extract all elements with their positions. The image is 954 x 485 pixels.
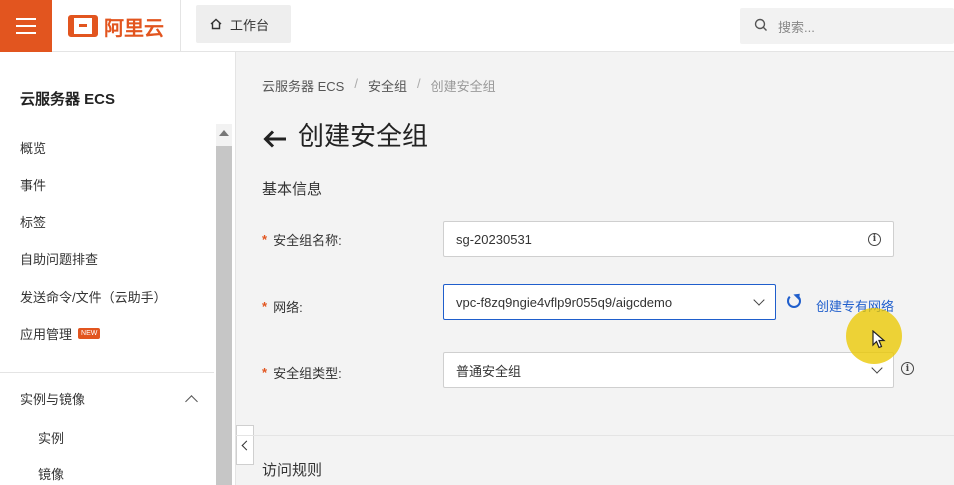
- security-group-type-select[interactable]: 普通安全组: [443, 352, 894, 388]
- workbench-label: 工作台: [230, 17, 270, 33]
- breadcrumb-security-group[interactable]: 安全组: [368, 76, 407, 95]
- section-access-rules: 访问规则: [262, 462, 323, 479]
- sidebar-item-label: 发送命令/文件（云助手）: [20, 290, 167, 305]
- section-divider: [236, 435, 954, 436]
- sidebar-item-tags[interactable]: 标签: [20, 212, 46, 231]
- sidebar-group-instances-images[interactable]: 实例与镜像: [20, 389, 200, 408]
- type-info-icon[interactable]: i: [901, 362, 914, 375]
- back-arrow-icon[interactable]: [262, 125, 288, 148]
- sidebar-item-instances[interactable]: 实例: [38, 428, 64, 447]
- breadcrumb-current: 创建安全组: [430, 79, 496, 94]
- header-divider: [180, 0, 181, 52]
- sidebar-item-images[interactable]: 镜像: [38, 464, 64, 483]
- required-mark: *: [262, 365, 268, 380]
- info-icon[interactable]: i: [868, 232, 881, 246]
- chevron-up-icon: [185, 394, 198, 408]
- breadcrumb-separator: /: [354, 76, 358, 91]
- section-basic-info: 基本信息: [262, 181, 323, 198]
- refresh-icon[interactable]: [787, 294, 801, 308]
- scrollbar-thumb[interactable]: [216, 146, 232, 485]
- breadcrumb: 云服务器 ECS / 安全组 / 创建安全组: [262, 76, 496, 95]
- name-label: * 安全组名称:: [262, 230, 342, 249]
- sidebar-title: 云服务器 ECS: [20, 91, 116, 108]
- workbench-button[interactable]: 工作台: [196, 5, 291, 43]
- aliyun-logo[interactable]: 阿里云: [68, 12, 164, 40]
- search-placeholder: 搜索...: [778, 19, 815, 35]
- sidebar-item-label: 标签: [20, 215, 47, 230]
- home-icon: [210, 18, 222, 30]
- scroll-up-arrow-icon[interactable]: [219, 130, 229, 136]
- page-title: 创建安全组: [262, 116, 428, 153]
- hamburger-menu-icon[interactable]: [0, 0, 52, 52]
- sidebar-item-events[interactable]: 事件: [20, 175, 46, 194]
- mouse-cursor-icon: [872, 329, 886, 350]
- top-bar: 阿里云 工作台 搜索...: [0, 0, 954, 52]
- aliyun-logo-icon: [68, 15, 98, 37]
- sidebar-item-label: 事件: [20, 178, 47, 193]
- sidebar-item-label: 应用管理: [20, 327, 73, 342]
- network-select-value: vpc-f8zq9ngie4vflp9r055q9/aigcdemo: [456, 294, 673, 310]
- sidebar-item-troubleshoot[interactable]: 自助问题排查: [20, 249, 98, 268]
- network-label: * 网络:: [262, 297, 303, 316]
- search-input[interactable]: 搜索...: [740, 8, 954, 44]
- security-group-name-input[interactable]: sg-20230531 i: [443, 221, 894, 257]
- chevron-left-icon: [241, 440, 252, 450]
- chevron-down-icon: [871, 362, 883, 374]
- network-label-text: 网络:: [273, 300, 303, 315]
- security-group-name-value: sg-20230531: [456, 231, 532, 247]
- security-group-type-value: 普通安全组: [456, 363, 522, 379]
- sidebar-divider: [0, 372, 214, 373]
- sidebar-item-send-command[interactable]: 发送命令/文件（云助手）: [20, 287, 167, 306]
- sidebar-scrollbar[interactable]: [216, 124, 232, 485]
- required-mark: *: [262, 232, 268, 247]
- sidebar-item-label: 概览: [20, 141, 47, 156]
- sidebar-item-label: 自助问题排查: [20, 252, 99, 267]
- sidebar-group-label: 实例与镜像: [20, 392, 86, 407]
- type-label-text: 安全组类型:: [273, 366, 342, 381]
- sidebar-item-label: 实例: [38, 431, 65, 446]
- page-title-text: 创建安全组: [298, 121, 429, 151]
- search-icon: [754, 18, 768, 35]
- breadcrumb-separator: /: [416, 76, 421, 91]
- sidebar-item-label: 镜像: [38, 467, 65, 482]
- sidebar-item-app-management[interactable]: 应用管理 NEW: [20, 324, 101, 343]
- sidebar: 云服务器 ECS 概览 事件 标签 自助问题排查 发送命令/文件（云助手） 应用…: [0, 52, 236, 485]
- chevron-down-icon: [753, 294, 765, 306]
- new-badge: NEW: [78, 328, 101, 339]
- sidebar-item-overview[interactable]: 概览: [20, 138, 46, 157]
- logo-text: 阿里云: [104, 17, 164, 40]
- network-select[interactable]: vpc-f8zq9ngie4vflp9r055q9/aigcdemo: [443, 284, 776, 320]
- required-mark: *: [262, 299, 268, 314]
- name-label-text: 安全组名称:: [273, 233, 342, 248]
- breadcrumb-ecs[interactable]: 云服务器 ECS: [262, 76, 344, 95]
- collapse-sidebar-button[interactable]: [236, 425, 254, 465]
- type-label: * 安全组类型:: [262, 363, 342, 382]
